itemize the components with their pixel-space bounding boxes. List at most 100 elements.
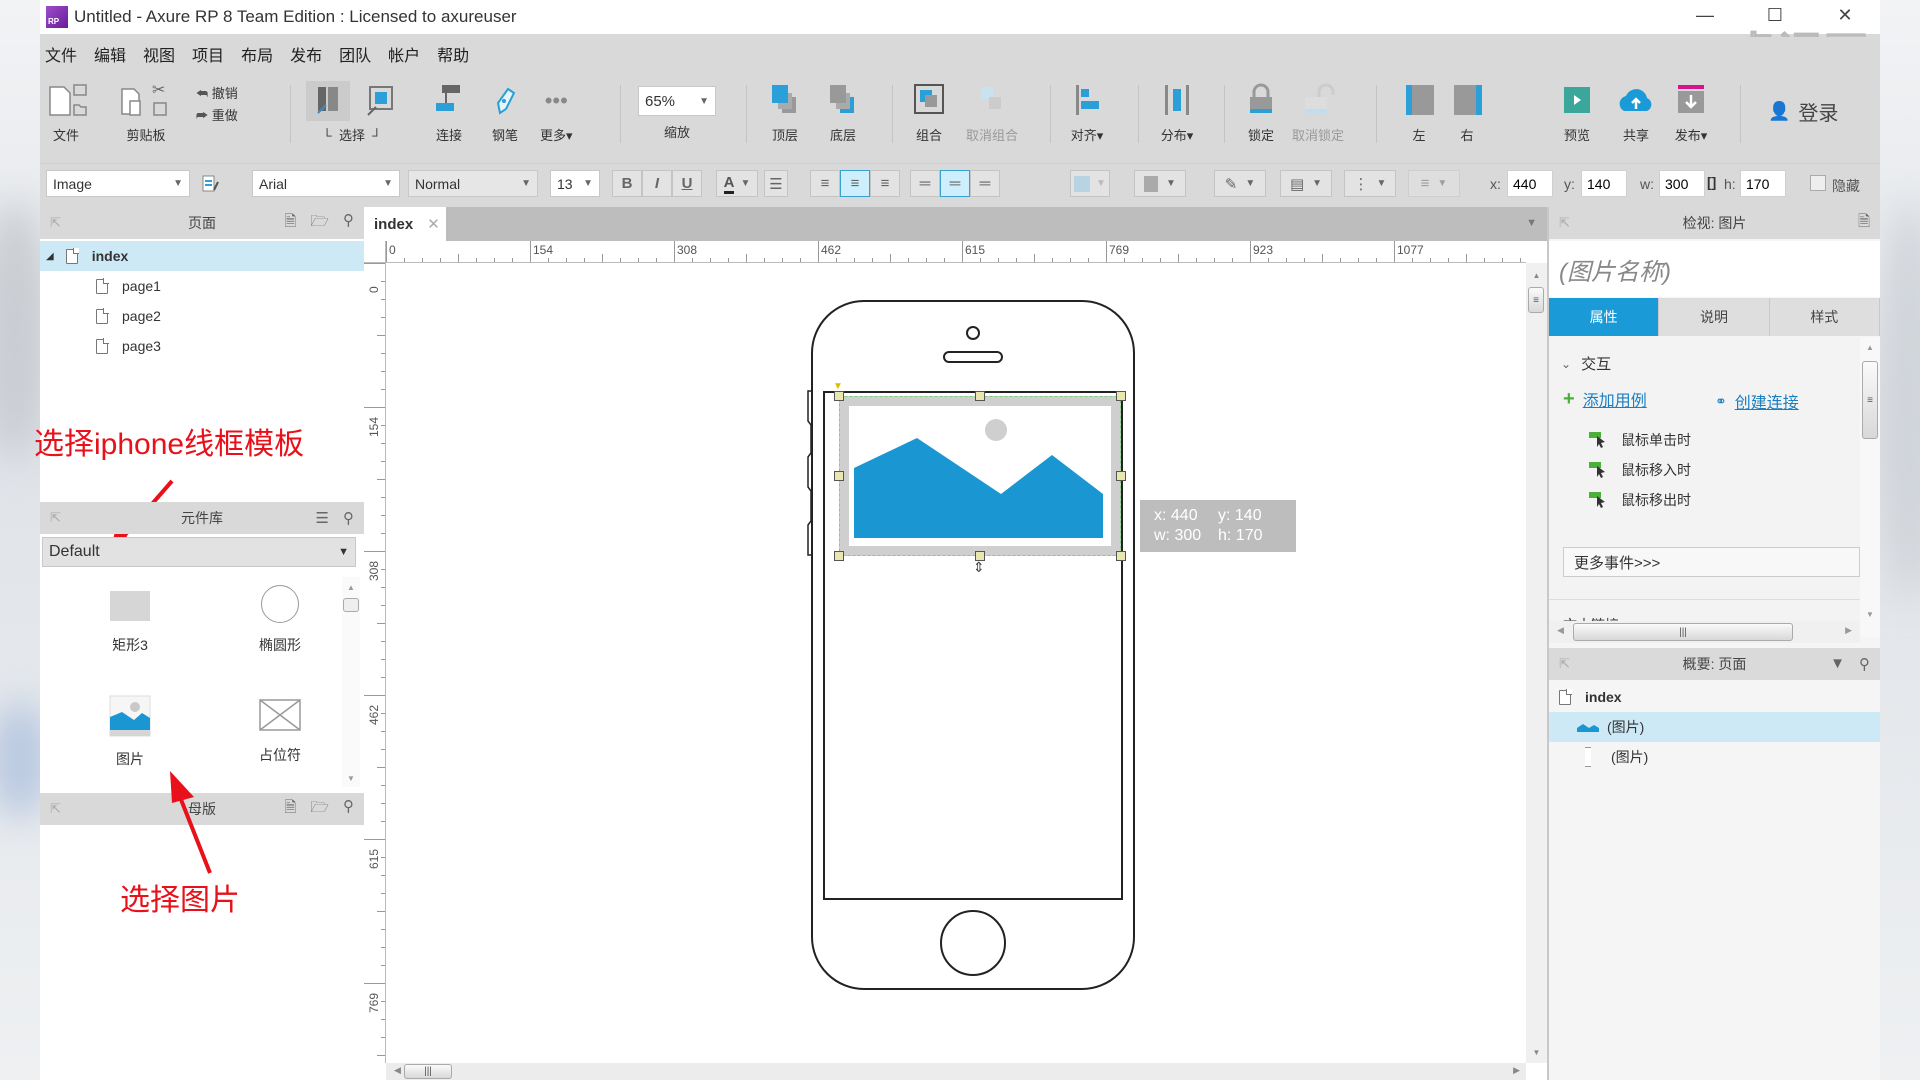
page-icon[interactable]: 🗎 [1858, 211, 1870, 236]
align-top-button[interactable]: ═ [910, 170, 940, 197]
close-button[interactable]: ✕ [1810, 0, 1880, 30]
pin-icon[interactable]: ⇱ [1559, 656, 1570, 672]
search-icon[interactable]: ⚲ [1859, 655, 1870, 673]
bullet-list-button[interactable]: ☰ [764, 170, 788, 197]
italic-button[interactable]: I [642, 170, 672, 197]
align-left-button[interactable]: ≡ [810, 170, 840, 197]
canvas-horizontal-scrollbar[interactable]: ◀ ||| ▶ [386, 1063, 1526, 1080]
page-tree-item[interactable]: page2 [40, 301, 364, 331]
collapse-icon[interactable]: ◢ [46, 251, 54, 262]
send-to-back-button[interactable]: 底层 [826, 79, 860, 144]
pin-icon[interactable]: ⇱ [50, 215, 61, 231]
menu-icon[interactable]: ☰ [316, 509, 329, 527]
connect-tool[interactable]: 连接 [432, 79, 466, 144]
resize-handle[interactable] [1116, 471, 1126, 481]
pin-icon[interactable]: ⇱ [1559, 215, 1570, 231]
create-link-link[interactable]: ⚭ 创建连接 [1715, 389, 1799, 413]
line-color-button[interactable]: ✎ ▼ [1214, 170, 1266, 197]
ungroup-button[interactable]: 取消组合 [966, 79, 1018, 144]
shadow-button[interactable]: ▼ [1134, 170, 1186, 197]
library-item-ellipse[interactable]: 椭圆形 [230, 585, 330, 655]
page-tree-item[interactable]: page3 [40, 331, 364, 361]
add-folder-icon[interactable]: 🗁 [310, 797, 329, 822]
arrow-style-button[interactable]: ≡ ▼ [1408, 170, 1460, 197]
new-file-button[interactable]: 文件 [44, 79, 88, 144]
line-style-button[interactable]: ⋮ ▼ [1344, 170, 1396, 197]
selected-image-widget[interactable]: ▼ ⇕ [833, 381, 1126, 575]
add-folder-icon[interactable]: 🗁 [310, 211, 329, 236]
constrain-proportions-icon[interactable]: [] [1707, 174, 1716, 190]
font-color-button[interactable]: A ▼ [716, 170, 758, 197]
more-tools[interactable]: ••• 更多▾ [540, 79, 573, 144]
library-select[interactable]: Default ▼ [42, 537, 356, 567]
tab-style[interactable]: 样式 [1769, 298, 1880, 336]
h-input[interactable] [1740, 170, 1786, 197]
resize-handle[interactable] [1116, 391, 1126, 401]
scroll-thumb[interactable]: ≡ [1862, 361, 1878, 439]
menu-publish[interactable]: 发布 [290, 42, 322, 66]
login-button[interactable]: 👤 登录 [1768, 97, 1838, 126]
inspector-vscrollbar[interactable]: ▲ ≡ ▼ [1860, 337, 1880, 637]
w-input[interactable] [1659, 170, 1705, 197]
scroll-thumb[interactable]: ||| [1573, 623, 1793, 641]
font-family-select[interactable]: Arial ▼ [252, 170, 400, 197]
event-mouseleave[interactable]: 鼠标移出时 [1589, 490, 1691, 510]
add-page-icon[interactable]: 🗎 [284, 211, 296, 236]
search-icon[interactable]: ⚲ [343, 797, 354, 822]
library-item-rectangle[interactable]: 矩形3 [80, 591, 180, 655]
outline-root[interactable]: index [1549, 682, 1880, 712]
clipboard-group[interactable]: ✂ 剪贴板 [116, 79, 176, 144]
maximize-button[interactable]: ☐ [1740, 0, 1810, 30]
add-case-link[interactable]: + 添加用例 [1563, 387, 1647, 411]
resize-handle[interactable] [1116, 551, 1126, 561]
align-bottom-button[interactable]: ═ [970, 170, 1000, 197]
inspector-hscrollbar[interactable]: ◀ ||| ▶ [1549, 621, 1860, 643]
x-input[interactable] [1507, 170, 1553, 197]
menu-view[interactable]: 视图 [143, 42, 175, 66]
zoom-select[interactable]: 65% ▼ [638, 86, 716, 116]
redo-button[interactable]: ⮫ 重做 [196, 105, 238, 127]
library-item-image[interactable]: 图片 [80, 695, 180, 769]
outline-item[interactable]: (图片) [1549, 742, 1880, 772]
widget-style-select[interactable]: Image ▼ [46, 170, 190, 197]
filter-icon[interactable]: ▼ [1830, 655, 1845, 673]
align-button[interactable]: 对齐▾ [1070, 79, 1104, 144]
search-icon[interactable]: ⚲ [343, 211, 354, 236]
pin-icon[interactable]: ⇱ [50, 510, 61, 526]
close-icon[interactable]: ✕ [427, 215, 440, 233]
pin-icon[interactable]: ⇱ [50, 801, 61, 817]
scroll-thumb[interactable]: ≡ [1528, 287, 1544, 313]
resize-handle[interactable] [834, 391, 844, 401]
font-weight-select[interactable]: Normal ▼ [408, 170, 538, 197]
underline-button[interactable]: U [672, 170, 702, 197]
zoom-control[interactable]: 65% ▼ 缩放 [638, 79, 716, 141]
canvas-vertical-scrollbar[interactable]: ▲ ≡ ▼ [1526, 263, 1547, 1063]
menu-project[interactable]: 项目 [192, 42, 224, 66]
widget-name-input[interactable]: (图片名称) [1549, 241, 1880, 297]
more-events-button[interactable]: 更多事件>>> [1563, 547, 1860, 577]
page-tree-root[interactable]: ◢ index [40, 241, 364, 271]
right-button[interactable]: 右 [1450, 79, 1484, 144]
menu-team[interactable]: 团队 [339, 42, 371, 66]
tab-list-chevron-icon[interactable]: ▼ [1526, 217, 1537, 229]
publish-button[interactable]: 发布▾ [1674, 79, 1708, 144]
style-editor-icon[interactable] [200, 174, 220, 194]
group-button[interactable]: 组合 [912, 79, 946, 144]
search-icon[interactable]: ⚲ [343, 509, 354, 527]
align-right-button[interactable]: ≡ [870, 170, 900, 197]
library-scrollbar[interactable]: ▲ ▼ [342, 577, 360, 787]
add-master-icon[interactable]: 🗎 [284, 797, 296, 822]
align-center-button[interactable]: ≡ [840, 170, 870, 197]
distribute-button[interactable]: 分布▾ [1160, 79, 1194, 144]
unlock-button[interactable]: 取消锁定 [1292, 79, 1344, 144]
minimize-button[interactable]: — [1670, 0, 1740, 30]
resize-handle[interactable] [834, 551, 844, 561]
share-button[interactable]: 共享 [1616, 79, 1656, 144]
select-tools[interactable]: └ 选择 ┘ [292, 79, 412, 144]
menu-edit[interactable]: 编辑 [94, 42, 126, 66]
hidden-checkbox[interactable] [1810, 175, 1826, 191]
font-size-select[interactable]: 13 ▼ [550, 170, 600, 197]
menu-account[interactable]: 帐户 [388, 42, 420, 66]
event-onclick[interactable]: 鼠标单击时 [1589, 430, 1691, 450]
outline-item[interactable]: (图片) [1549, 712, 1880, 742]
